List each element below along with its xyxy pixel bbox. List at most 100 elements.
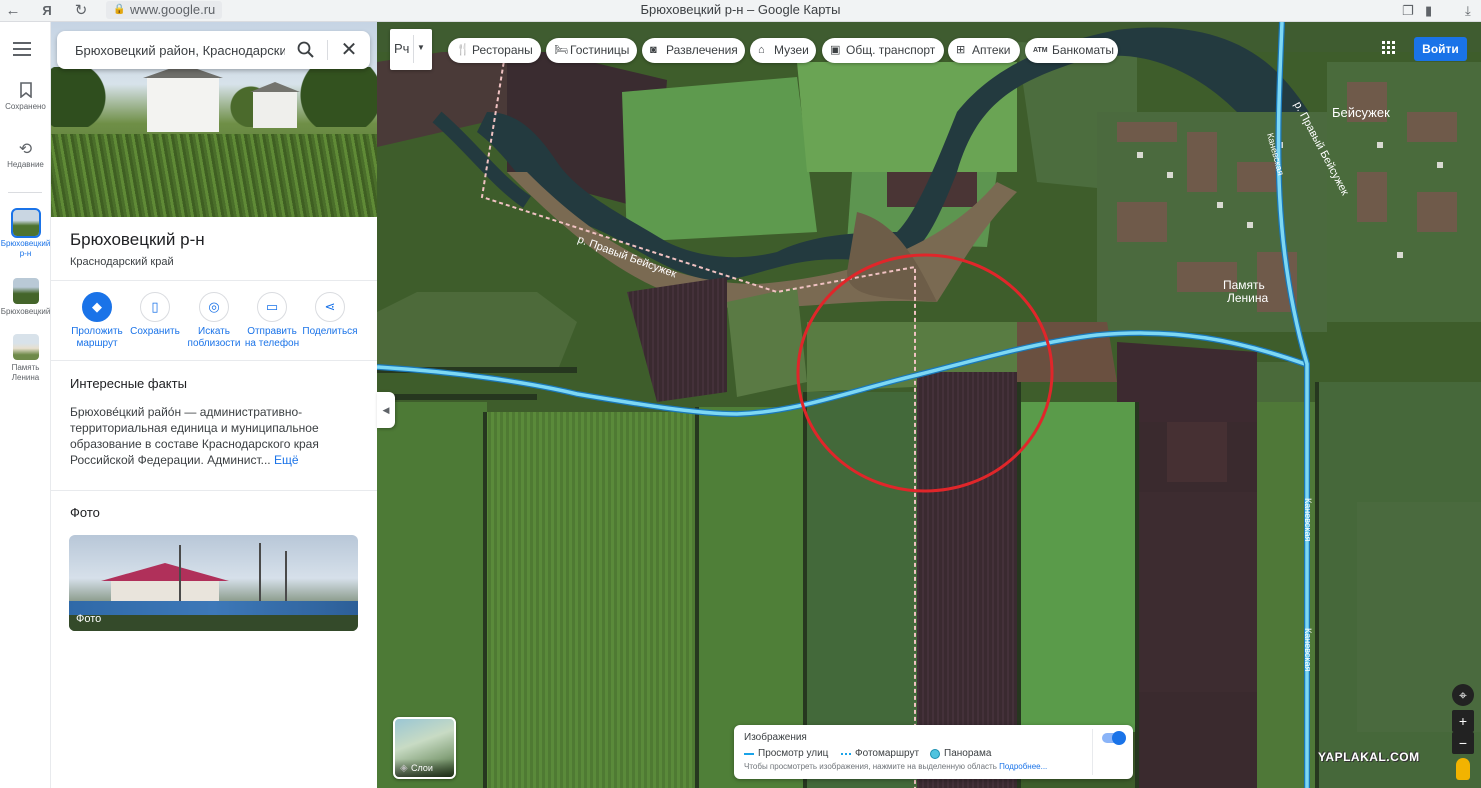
place-panel: ✕ Брюховецкий р-н Краснодарский край ◆ П…	[51, 22, 377, 788]
camera-icon: ◙	[650, 44, 657, 56]
rail-saved-label: Сохранено	[5, 102, 46, 111]
directions-label: Проложить маршрут	[71, 326, 123, 349]
imagery-panel: Изображения Просмотр улиц Фотомаршрут Па…	[734, 725, 1133, 779]
solid-line-icon	[744, 753, 754, 755]
search-icon[interactable]	[295, 39, 317, 61]
browser-toolbar: ← Я ↻ 🔒 www.google.ru Брюховецкий р-н – …	[0, 0, 1481, 22]
rail-history-label: Брюховецкий	[0, 307, 51, 316]
rail-recent-label: Недавние	[7, 160, 44, 169]
legend-label: Просмотр улиц	[758, 748, 829, 759]
collapse-panel-button[interactable]: ◀	[377, 392, 395, 428]
my-location-button[interactable]: ⌖	[1452, 684, 1474, 706]
rail-divider	[8, 192, 42, 193]
search-input[interactable]	[75, 31, 285, 69]
history-thumbnail	[12, 334, 39, 360]
layers-label: Слои	[395, 759, 454, 777]
imagery-hint: Чтобы просмотреть изображения, нажмите н…	[744, 762, 1047, 771]
directions-button[interactable]: ◆ Проложить маршрут	[67, 292, 127, 350]
photos-heading: Фото	[70, 505, 100, 520]
share-icon: ⋖	[315, 292, 345, 322]
send-to-phone-button[interactable]: ▭ Отправить на телефон	[242, 292, 302, 350]
rail-history-item[interactable]: Брюховецкий	[0, 278, 51, 317]
search-box: ✕	[57, 31, 370, 69]
panorama-dot-icon	[930, 749, 940, 759]
hotel-icon: 🛏	[554, 44, 568, 56]
download-icon[interactable]: ⤓	[1465, 1, 1471, 21]
zoom-in-button[interactable]: +	[1452, 710, 1474, 732]
chip-pharmacies[interactable]: ⊞ Аптеки	[948, 38, 1020, 63]
chip-atms[interactable]: ATM Банкоматы	[1025, 38, 1118, 63]
chevron-down-icon: ▼	[417, 43, 425, 52]
nearby-label: Искать поблизости	[187, 326, 241, 349]
close-icon[interactable]: ✕	[338, 39, 360, 61]
history-icon: ⟲	[18, 141, 33, 158]
history-thumbnail	[10, 208, 41, 238]
signin-button[interactable]: Войти	[1414, 37, 1467, 61]
facts-text: Брюхове́цкий райо́н — административно-те…	[70, 404, 360, 468]
share-label: Поделиться	[302, 326, 358, 337]
rail-history-label: Брюховецкий р-н	[0, 239, 51, 258]
legend-street-view: Просмотр улиц	[744, 748, 828, 759]
send-to-phone-label: Отправить на телефон	[244, 326, 300, 349]
road-label: Каневская	[1303, 498, 1313, 542]
save-button[interactable]: ▯ Сохранить	[125, 292, 185, 338]
rail-history-label: Память Ленина	[11, 363, 40, 382]
chip-hotels[interactable]: 🛏 Гостиницы	[546, 38, 637, 63]
imagery-heading: Изображения	[744, 732, 807, 743]
road-label: Каневская	[1303, 628, 1313, 672]
watermark: YAPLAKAL.COM	[1318, 750, 1420, 764]
bookmark-icon: ▯	[140, 292, 170, 322]
satellite-map[interactable]: р. Правый Бейсужек р. Правый Бейсужек Бе…	[377, 22, 1481, 788]
nearby-button[interactable]: ◎ Искать поблизости	[184, 292, 244, 350]
share-button[interactable]: ⋖ Поделиться	[300, 292, 360, 338]
place-subtitle: Краснодарский край	[70, 256, 174, 268]
map-type-dropdown[interactable]: Рч ▼	[390, 29, 432, 70]
chip-restaurants[interactable]: 🍴 Рестораны	[448, 38, 541, 63]
photo-label: Фото	[76, 613, 102, 625]
atm-icon: ATM	[1033, 47, 1048, 54]
layers-button[interactable]: ◈ Слои	[393, 717, 456, 779]
legend-panorama: Панорама	[930, 748, 991, 759]
bookmark-outline-icon	[0, 82, 51, 102]
history-thumbnail	[12, 278, 39, 304]
bookmark-flag-icon[interactable]: ▮	[1425, 1, 1432, 21]
save-label: Сохранить	[130, 326, 180, 337]
menu-icon[interactable]	[13, 42, 31, 60]
facts-more-link[interactable]: Ещё	[274, 453, 299, 467]
chip-museums[interactable]: ⌂ Музеи	[750, 38, 816, 63]
map-imagery: р. Правый Бейсужек р. Правый Бейсужек Бе…	[377, 22, 1481, 788]
imagery-toggle[interactable]	[1102, 731, 1126, 745]
pharmacy-icon: ⊞	[956, 44, 966, 56]
place-title: Брюховецкий р-н	[70, 230, 205, 249]
chip-label: Рестораны	[472, 43, 533, 57]
chip-entertainment[interactable]: ◙ Развлечения	[642, 38, 745, 63]
phone-icon: ▭	[257, 292, 287, 322]
chip-transit[interactable]: ▣ Общ. транспорт	[822, 38, 944, 63]
chip-label: Музеи	[774, 43, 809, 57]
pegman-icon[interactable]	[1456, 758, 1470, 780]
directions-icon: ◆	[82, 292, 112, 322]
legend-label: Панорама	[944, 748, 992, 759]
photo-thumbnail[interactable]: Фото	[69, 535, 358, 631]
chip-label: Банкоматы	[1052, 43, 1115, 57]
village-label: Ленина	[1227, 291, 1269, 305]
rail-history-item[interactable]: Память Ленина	[0, 334, 51, 383]
rail-history-item[interactable]: Брюховецкий р-н	[0, 208, 51, 259]
legend-photo-route: Фотомаршрут	[841, 748, 919, 759]
chip-label: Аптеки	[972, 43, 1011, 57]
village-label: Память	[1223, 278, 1265, 292]
left-rail: Сохранено ⟲ Недавние Брюховецкий р-н Брю…	[0, 22, 51, 788]
facts-heading: Интересные факты	[70, 376, 187, 391]
imagery-more-link[interactable]: Подробнее...	[999, 762, 1047, 771]
legend-label: Фотомаршрут	[855, 748, 920, 759]
map-type-glyph: Рч	[394, 41, 410, 56]
apps-grid-icon[interactable]	[1382, 41, 1396, 55]
window-title: Брюховецкий р-н – Google Карты	[640, 2, 841, 17]
chip-label: Развлечения	[666, 43, 738, 57]
rail-recent[interactable]: ⟲ Недавние	[0, 140, 51, 170]
rail-saved[interactable]: Сохранено	[0, 82, 51, 112]
tabs-icon[interactable]: ❐	[1402, 1, 1414, 21]
chip-label: Гостиницы	[570, 43, 630, 57]
restaurant-icon: 🍴	[456, 44, 470, 56]
imagery-hint-text: Чтобы просмотреть изображения, нажмите н…	[744, 762, 997, 771]
